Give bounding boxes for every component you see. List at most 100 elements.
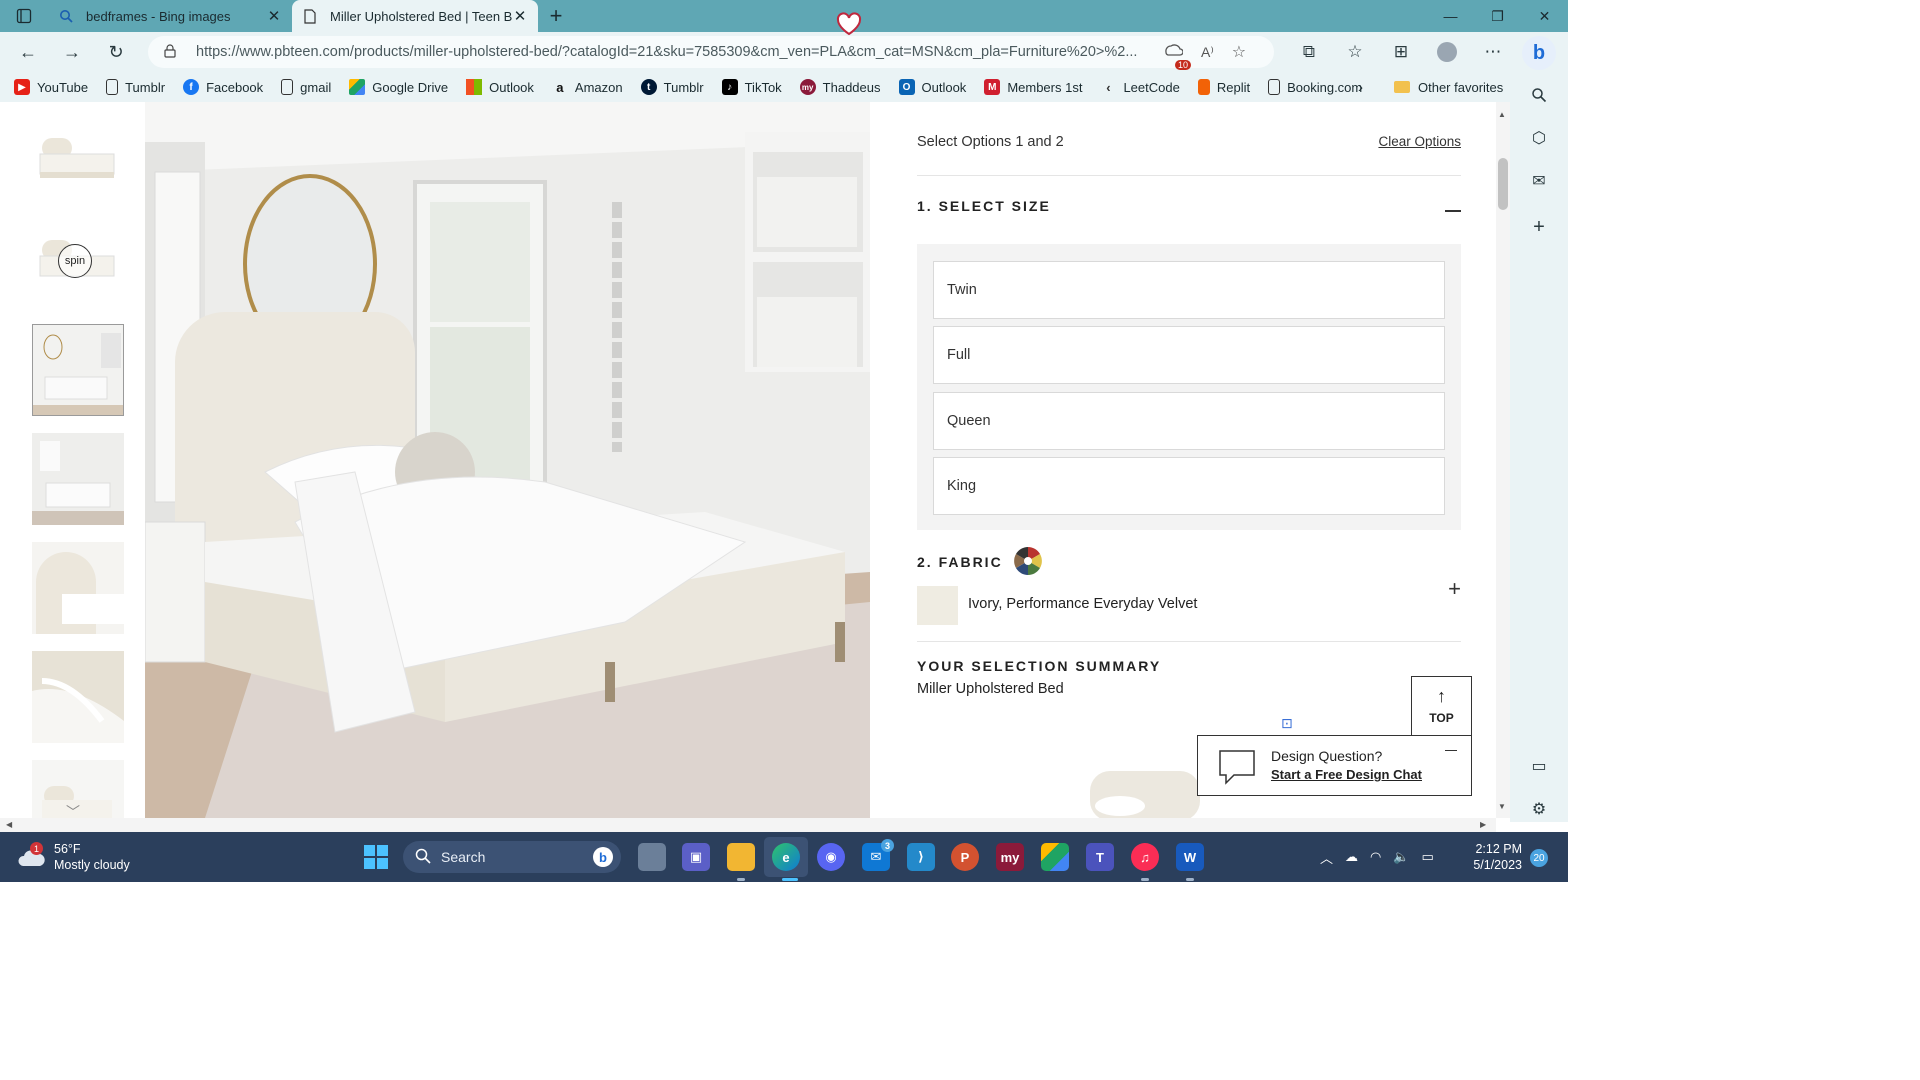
new-tab-button[interactable]: +: [538, 0, 574, 32]
forward-icon[interactable]: →: [50, 34, 94, 70]
thumbnail-room-selected[interactable]: [32, 324, 124, 416]
restore-icon[interactable]: ❐: [1474, 0, 1521, 32]
size-option-queen[interactable]: Queen: [933, 392, 1445, 450]
favorite-heart-icon[interactable]: [836, 12, 862, 41]
thumbnail-fabric-detail[interactable]: [32, 651, 124, 743]
fabric-swatch[interactable]: [917, 586, 958, 625]
itunes-icon[interactable]: ♫: [1131, 843, 1159, 871]
fav-tumblr[interactable]: Tumblr: [106, 79, 165, 95]
clock[interactable]: 2:12 PM 5/1/2023: [1466, 841, 1522, 873]
tab-bing-images[interactable]: bedframes - Bing images ✕: [48, 0, 292, 32]
address-bar[interactable]: https://www.pbteen.com/products/miller-u…: [148, 36, 1274, 70]
teams-chat-icon[interactable]: ▣: [682, 843, 710, 871]
refresh-icon[interactable]: ↻: [94, 34, 138, 70]
tab-actions-button[interactable]: [0, 0, 48, 32]
mail-icon[interactable]: ✉ 3: [862, 839, 894, 871]
fav-outlook-ms[interactable]: Outlook: [466, 79, 534, 95]
windows-start-icon[interactable]: [364, 845, 388, 874]
product-hero-image[interactable]: [145, 102, 870, 818]
scroll-right-arrow-icon[interactable]: ▶: [1480, 820, 1486, 829]
more-favorites-chevron-icon[interactable]: ›: [1358, 72, 1363, 102]
bing-chat-icon[interactable]: b: [1522, 36, 1556, 70]
google-drive-icon[interactable]: [1041, 843, 1069, 871]
size-option-king[interactable]: King: [933, 457, 1445, 515]
fav-replit[interactable]: Replit: [1197, 79, 1250, 95]
show-hidden-icons-chevron-icon[interactable]: ︿: [1320, 848, 1333, 867]
vscode-icon[interactable]: ⟩: [907, 843, 935, 871]
battery-icon[interactable]: ▭: [1422, 849, 1434, 865]
extensions-icon[interactable]: ⧉: [1286, 42, 1332, 62]
vertical-scrollbar[interactable]: ▲ ▼: [1496, 102, 1510, 818]
add-favorite-icon[interactable]: ☆: [1232, 42, 1246, 62]
clear-options-link[interactable]: Clear Options: [1378, 134, 1461, 149]
tab-miller-bed[interactable]: Miller Upholstered Bed | Teen Be ✕: [292, 0, 538, 32]
outlook-sidebar-icon[interactable]: ✉: [1526, 168, 1552, 194]
tracking-prevention-icon[interactable]: 10: [1163, 42, 1191, 70]
fav-thaddeus[interactable]: my Thaddeus: [799, 79, 881, 95]
minimize-chat-icon[interactable]: [1445, 750, 1457, 751]
discord-icon[interactable]: ◉: [817, 843, 845, 871]
search-sidebar-icon[interactable]: [1526, 82, 1552, 108]
horizontal-scrollbar[interactable]: ◀ ▶: [0, 818, 1496, 832]
minimize-icon[interactable]: —: [1427, 0, 1474, 32]
fav-outlook[interactable]: O Outlook: [898, 79, 966, 95]
fav-tumblr-2[interactable]: t Tumblr: [640, 79, 704, 95]
fav-facebook[interactable]: f Facebook: [183, 79, 263, 95]
other-favorites-folder[interactable]: Other favorites: [1394, 72, 1503, 102]
size-option-full[interactable]: Full: [933, 326, 1445, 384]
settings-gear-icon[interactable]: ⚙: [1526, 796, 1552, 822]
fav-gmail[interactable]: gmail: [281, 79, 331, 95]
profile-avatar[interactable]: [1424, 42, 1470, 62]
scrollbar-thumb[interactable]: [1498, 158, 1508, 210]
fav-tiktok[interactable]: ♪ TikTok: [721, 79, 782, 95]
back-to-top-button[interactable]: ↑ TOP: [1411, 676, 1472, 736]
collections-icon[interactable]: ⊞: [1378, 42, 1424, 62]
chevron-down-icon[interactable]: ﹀: [66, 802, 80, 818]
edge-icon[interactable]: e: [772, 843, 800, 871]
onedrive-icon[interactable]: ☁: [1345, 849, 1358, 865]
notification-count-badge[interactable]: 20: [1530, 849, 1548, 867]
teams-icon[interactable]: T: [1086, 843, 1114, 871]
collapse-minus-icon[interactable]: [1445, 210, 1461, 212]
scroll-left-arrow-icon[interactable]: ◀: [6, 820, 12, 829]
visual-search-icon[interactable]: ⊡: [1281, 715, 1293, 732]
weather-widget[interactable]: 1 56°F Mostly cloudy: [18, 841, 130, 873]
back-icon[interactable]: ←: [6, 34, 50, 70]
volume-icon[interactable]: 🔈: [1393, 849, 1409, 865]
fabric-heading[interactable]: 2. FABRIC: [917, 554, 1003, 570]
scroll-down-arrow-icon[interactable]: ▼: [1498, 802, 1506, 811]
lock-icon[interactable]: [164, 43, 182, 61]
fav-google-drive[interactable]: Google Drive: [349, 79, 448, 95]
shopping-sidebar-icon[interactable]: ⬡: [1526, 125, 1552, 151]
spin-360-button[interactable]: spin: [58, 244, 92, 278]
add-sidebar-icon[interactable]: +: [1526, 214, 1552, 240]
close-window-icon[interactable]: ✕: [1521, 0, 1568, 32]
favorites-icon[interactable]: ☆: [1332, 42, 1378, 62]
wifi-icon[interactable]: ◠: [1370, 849, 1381, 865]
myapp-icon[interactable]: my: [996, 843, 1024, 871]
taskbar-search[interactable]: Search b: [403, 841, 621, 873]
close-tab-icon[interactable]: ✕: [266, 7, 282, 25]
fav-youtube[interactable]: ▶ YouTube: [14, 79, 88, 95]
fav-amazon[interactable]: a Amazon: [552, 79, 622, 95]
fav-booking[interactable]: Booking.com: [1268, 79, 1362, 95]
more-options-icon[interactable]: ⋯: [1470, 42, 1516, 62]
task-view-icon[interactable]: [638, 843, 666, 871]
thumbnail-room-2[interactable]: [32, 433, 124, 525]
fav-members-1st[interactable]: M Members 1st: [984, 79, 1082, 95]
thumbnail-bed-front[interactable]: [32, 116, 124, 208]
thumbnail-headboard-detail[interactable]: [32, 542, 124, 634]
file-explorer-icon[interactable]: [727, 843, 755, 871]
scroll-up-arrow-icon[interactable]: ▲: [1498, 110, 1506, 119]
split-screen-icon[interactable]: ▭: [1526, 753, 1552, 779]
fav-leetcode[interactable]: ‹ LeetCode: [1100, 79, 1180, 95]
design-chat-widget[interactable]: Design Question? Start a Free Design Cha…: [1197, 735, 1472, 796]
powerpoint-icon[interactable]: P: [951, 843, 979, 871]
word-icon[interactable]: W: [1176, 843, 1204, 871]
close-tab-icon[interactable]: ✕: [512, 7, 528, 25]
size-option-twin[interactable]: Twin: [933, 261, 1445, 319]
start-design-chat-link[interactable]: Start a Free Design Chat: [1271, 767, 1422, 782]
expand-plus-icon[interactable]: +: [1448, 576, 1461, 602]
read-aloud-icon[interactable]: A⁾: [1201, 44, 1214, 61]
select-size-heading[interactable]: 1. SELECT SIZE: [917, 198, 1051, 214]
